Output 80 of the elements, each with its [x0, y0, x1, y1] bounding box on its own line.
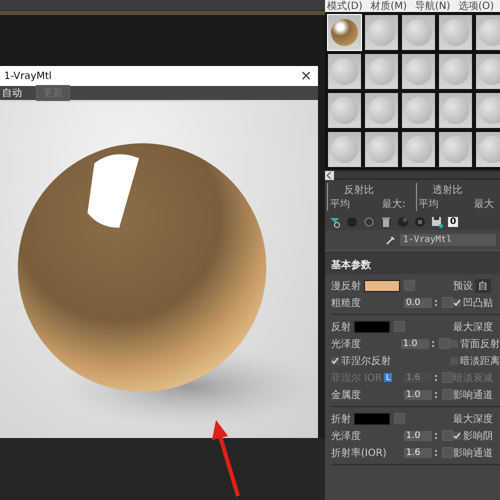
section-title[interactable]: 基本参数 [331, 260, 371, 271]
parameter-label: 折射 [331, 412, 351, 426]
material-id-button[interactable]: 0 [448, 217, 458, 227]
material-slot[interactable] [401, 53, 436, 90]
menu-item[interactable]: 模式(D) [327, 2, 363, 12]
checkbox[interactable] [450, 340, 458, 348]
material-slot[interactable] [475, 92, 500, 129]
spinner-field[interactable]: 1.0 [404, 430, 432, 440]
ratio-title: 透射比 [432, 184, 464, 197]
material-slot[interactable] [364, 14, 399, 51]
preset-label: 预设 [453, 280, 473, 292]
parameter-label: 最大深度 [453, 412, 493, 426]
unique-icon[interactable] [414, 216, 426, 228]
ratio-title: 反射比 [343, 184, 375, 197]
material-slot[interactable] [438, 53, 473, 90]
checkbox-label: 暗淡距离 [460, 354, 500, 368]
auto-toggle[interactable]: 自动 [0, 86, 24, 100]
material-slot[interactable] [327, 131, 362, 168]
parameter-label: 最大深度 [453, 320, 493, 334]
spinner-arrows-icon[interactable] [431, 338, 435, 348]
ratio-label: 平均 [330, 198, 350, 211]
preset-dropdown[interactable]: 自 [475, 278, 491, 292]
menu-item[interactable]: 材质(M) [370, 2, 407, 12]
parameter-label: 粗糙度 [331, 296, 361, 310]
assign-icon[interactable] [363, 216, 375, 228]
spinner-field[interactable]: 1.0 [401, 338, 429, 348]
material-name-field[interactable]: 1-VrayMtl [400, 234, 496, 246]
parameter-label: 光泽度 [331, 430, 361, 442]
parameter-label: 金属度 [331, 388, 361, 402]
material-slot[interactable] [364, 92, 399, 129]
checkbox-label: 凹凸贴 [463, 296, 493, 310]
eyedropper-icon[interactable] [385, 234, 396, 246]
spinner-arrows-icon[interactable] [434, 298, 438, 308]
spinner-field[interactable]: 0.0 [404, 298, 432, 308]
scroll-left-icon[interactable] [325, 170, 334, 180]
material-slot[interactable] [401, 131, 436, 168]
material-slot[interactable] [475, 131, 500, 168]
material-slot[interactable] [475, 53, 500, 90]
spinner-arrows-icon[interactable] [434, 430, 438, 440]
parameter-label: 光泽度 [331, 338, 361, 350]
checkbox[interactable] [453, 432, 461, 440]
checkbox[interactable] [453, 298, 461, 306]
parameter-label: 反射 [331, 320, 351, 334]
color-swatch[interactable] [364, 280, 400, 292]
material-slot[interactable] [401, 92, 436, 129]
pick-material-icon[interactable] [329, 216, 341, 228]
material-slot[interactable] [364, 53, 399, 90]
parameter-label: 折射率(IOR) [331, 446, 387, 460]
checkbox-label: 影响阴 [463, 430, 493, 442]
parameter-label: 影响通道 [453, 446, 493, 460]
material-slot[interactable] [327, 92, 362, 129]
save-icon[interactable] [431, 216, 443, 228]
menu-item[interactable]: 导航(N) [414, 2, 450, 12]
menu-item[interactable]: 选项(O) [458, 2, 494, 12]
checkbox-label: 背面反射 [460, 338, 500, 350]
material-slot[interactable] [438, 14, 473, 51]
spinner-arrows-icon[interactable] [434, 448, 438, 458]
ratio-label: 最大: [382, 198, 406, 211]
parameter-label: 漫反射 [331, 280, 361, 292]
spinner-arrows-icon[interactable] [434, 372, 438, 382]
color-swatch[interactable] [354, 320, 390, 332]
scrollbar[interactable] [334, 172, 500, 178]
parameter-label: 影响通道 [453, 388, 493, 402]
spinner-arrows-icon[interactable] [434, 390, 438, 400]
checkbox-label: 菲涅尔反射 [341, 354, 391, 368]
window-title: 1-VrayMtl [4, 70, 52, 82]
material-slot[interactable] [475, 14, 500, 51]
material-slot[interactable] [438, 131, 473, 168]
material-slot[interactable] [401, 14, 436, 51]
material-slot[interactable] [327, 53, 362, 90]
spinner-field[interactable]: 1.0 [404, 390, 432, 400]
close-button[interactable]: × [300, 68, 312, 84]
material-slot[interactable] [364, 131, 399, 168]
color-swatch[interactable] [354, 412, 390, 424]
checkbox[interactable] [331, 356, 339, 364]
ratio-label: 平均 [418, 198, 438, 211]
spinner-field[interactable]: 1.6 [404, 448, 432, 458]
ratio-label: 最大 [474, 198, 494, 211]
delete-icon[interactable] [380, 216, 392, 228]
material-slot[interactable] [438, 92, 473, 129]
